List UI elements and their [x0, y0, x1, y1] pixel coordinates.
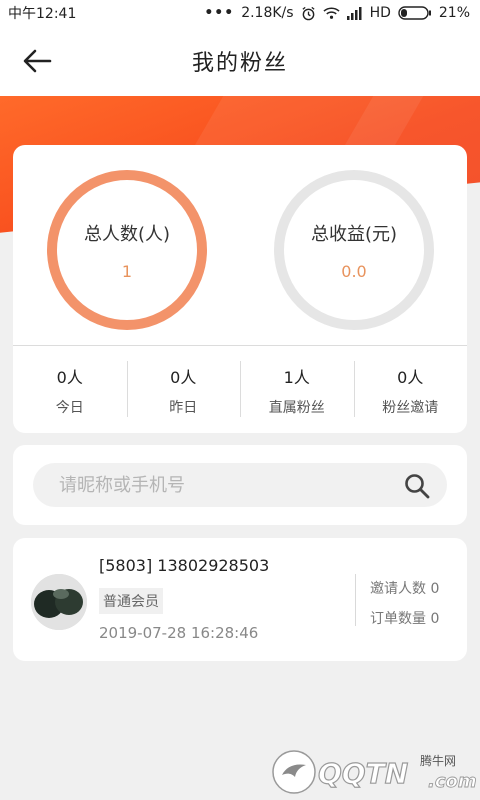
stat-label: 今日: [55, 399, 84, 416]
stat-yesterday[interactable]: 0人 昨日: [126, 355, 241, 425]
svg-text:QQTN: QQTN: [318, 757, 408, 790]
battery-level: 21%: [438, 5, 470, 21]
network-speed: 2.18K/s: [241, 5, 294, 21]
search-box: [33, 463, 447, 507]
stat-label: 直属粉丝: [268, 399, 325, 416]
search-card: [13, 445, 467, 525]
total-people-label: 总人数(人): [83, 223, 171, 245]
more-dots-icon: •••: [204, 5, 235, 21]
search-icon[interactable]: [403, 472, 431, 500]
alarm-icon: [302, 6, 315, 20]
avatar-image: [31, 574, 87, 630]
status-time: 中午12:41: [8, 6, 77, 22]
stat-label: 昨日: [169, 399, 198, 416]
order-count: 订单数量 0: [370, 611, 440, 627]
signal-icon: [346, 6, 362, 20]
stat-direct-fans[interactable]: 1人 直属粉丝: [240, 355, 354, 425]
stat-today[interactable]: 0人 今日: [13, 355, 127, 425]
stat-value: 1人: [283, 367, 310, 387]
fan-name: [5803] 13802928503: [99, 556, 270, 575]
stat-value: 0人: [397, 367, 424, 387]
stat-value: 0人: [56, 367, 83, 387]
member-level-badge: 普通会员: [99, 588, 163, 614]
total-people-ring: 总人数(人) 1: [47, 170, 207, 330]
qqtn-watermark: QQTN 腾牛网 .com: [270, 745, 480, 800]
member-divider: [355, 574, 356, 626]
stat-fan-invites[interactable]: 0人 粉丝邀请: [353, 355, 468, 425]
status-bar: 中午12:41 ••• 2.18K/s HD 21%: [0, 0, 480, 26]
total-people-value: 1: [121, 261, 133, 281]
total-income-ring: 总收益(元) 0.0: [274, 170, 434, 330]
back-arrow-icon[interactable]: [22, 48, 52, 74]
svg-text:腾牛网: 腾牛网: [420, 753, 456, 768]
stats-card: 总人数(人) 1 总收益(元) 0.0 0人 今日 0人 昨日 1人 直属粉丝 …: [13, 145, 467, 433]
join-date: 2019-07-28 16:28:46: [99, 624, 259, 642]
nav-header: 我的粉丝: [0, 26, 480, 96]
network-type: HD: [369, 5, 391, 21]
wifi-icon: [323, 7, 340, 19]
search-input[interactable]: [59, 463, 389, 507]
status-indicators: ••• 2.18K/s HD 21%: [204, 5, 470, 21]
stats-row: 0人 今日 0人 昨日 1人 直属粉丝 0人 粉丝邀请: [13, 355, 467, 425]
qqtn-logo: QQTN 腾牛网 .com: [272, 750, 477, 794]
total-income-label: 总收益(元): [310, 223, 398, 245]
fan-list-item[interactable]: [5803] 13802928503 普通会员 2019-07-28 16:28…: [13, 538, 467, 661]
page-title: 我的粉丝: [191, 51, 288, 76]
battery-icon: [398, 6, 431, 20]
svg-text:.com: .com: [428, 771, 477, 792]
invite-count: 邀请人数 0: [370, 581, 440, 597]
avatar: [31, 574, 87, 630]
stat-label: 粉丝邀请: [382, 399, 439, 416]
total-income-value: 0.0: [341, 261, 367, 281]
stat-value: 0人: [170, 367, 197, 387]
stats-divider: [13, 345, 467, 346]
